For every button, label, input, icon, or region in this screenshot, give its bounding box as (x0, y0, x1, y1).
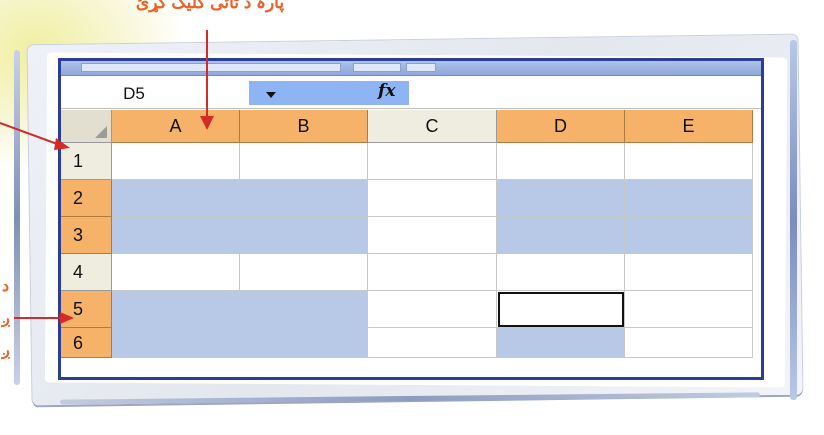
table-row: 1 (61, 143, 761, 180)
toolbar-segment (353, 63, 401, 72)
column-header-b[interactable]: B (240, 110, 368, 143)
toolbar-segment (81, 63, 341, 72)
row-header-5[interactable]: 5 (61, 291, 112, 328)
cell-e5[interactable] (625, 291, 753, 328)
cell-e4[interactable] (625, 254, 753, 291)
cell-d4[interactable] (497, 254, 625, 291)
cell-b4[interactable] (240, 254, 368, 291)
cell-d1[interactable] (497, 143, 625, 180)
row-header-2[interactable]: 2 (61, 180, 112, 217)
column-header-a[interactable]: A (112, 110, 240, 143)
cell-a2[interactable] (112, 180, 240, 217)
table-row: 6 (61, 328, 761, 358)
cell-c4[interactable] (368, 254, 497, 291)
cell-a4[interactable] (112, 254, 240, 291)
cell-a1[interactable] (112, 143, 240, 180)
cell-c2[interactable] (368, 180, 497, 217)
cell-d2[interactable] (497, 180, 625, 217)
fx-icon[interactable]: fx (378, 81, 395, 101)
toolbar-segment (406, 63, 436, 72)
row-header-4[interactable]: 4 (61, 254, 112, 291)
cell-c6[interactable] (368, 328, 497, 358)
active-cell-d5[interactable] (497, 291, 625, 328)
column-header-e[interactable]: E (625, 110, 753, 143)
select-all-icon (95, 126, 107, 138)
row-header-6[interactable]: 6 (61, 328, 112, 358)
toolbar-strip (61, 61, 761, 76)
column-header-row: A B C D E (61, 110, 761, 143)
cell-e6[interactable] (625, 328, 753, 358)
row-header-3[interactable]: 3 (61, 217, 112, 254)
cell-e1[interactable] (625, 143, 753, 180)
table-row: 3 (61, 217, 761, 254)
frame-edge-left (14, 50, 20, 385)
side-mark-2: ږ (2, 310, 11, 327)
cell-c5[interactable] (368, 291, 497, 328)
cell-b3[interactable] (240, 217, 368, 254)
cell-b5[interactable] (240, 291, 368, 328)
cell-b2[interactable] (240, 180, 368, 217)
cell-d3[interactable] (497, 217, 625, 254)
cell-b6[interactable] (240, 328, 368, 358)
excel-window: D5 fx A B C D E 1 2 3 4 5 6 (58, 58, 764, 380)
cell-c1[interactable] (368, 143, 497, 180)
table-row: 4 (61, 254, 761, 291)
chevron-down-icon[interactable] (266, 92, 276, 98)
select-all-corner[interactable] (61, 110, 112, 143)
frame-edge-right (790, 40, 797, 400)
cell-a3[interactable] (112, 217, 240, 254)
cell-a5[interactable] (112, 291, 240, 328)
side-mark-3: ږ (2, 342, 11, 359)
annotation-caption: پارہ د ٹائی کلیک کړئ (135, 0, 285, 12)
cell-a6[interactable] (112, 328, 240, 358)
table-row: 2 (61, 180, 761, 217)
cell-e2[interactable] (625, 180, 753, 217)
column-header-d[interactable]: D (497, 110, 625, 143)
table-row: 5 (61, 291, 761, 328)
name-box[interactable]: D5 (69, 84, 199, 104)
row-header-1[interactable]: 1 (61, 143, 112, 180)
formula-bar: D5 fx (61, 78, 761, 109)
column-header-c[interactable]: C (368, 110, 497, 143)
side-mark-1: د (2, 278, 10, 295)
cell-b1[interactable] (240, 143, 368, 180)
cell-e3[interactable] (625, 217, 753, 254)
cell-d6[interactable] (497, 328, 625, 358)
cell-c3[interactable] (368, 217, 497, 254)
